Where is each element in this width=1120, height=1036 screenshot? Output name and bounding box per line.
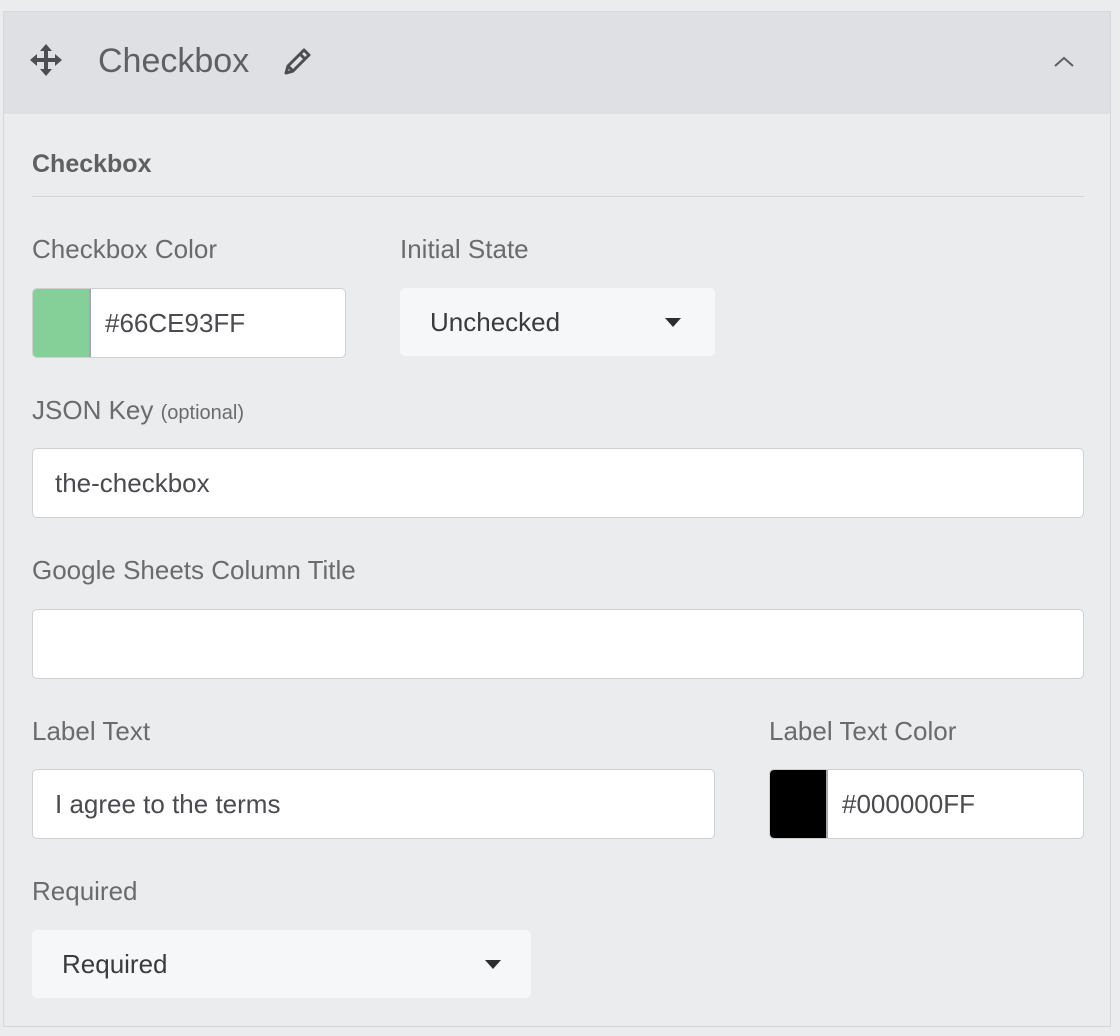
section-title: Checkbox	[32, 150, 152, 178]
panel-header[interactable]: Checkbox	[4, 12, 1110, 114]
pencil-icon[interactable]	[280, 45, 314, 79]
panel-title: Checkbox	[98, 42, 250, 80]
json-key-label-text: JSON Key	[32, 395, 154, 425]
json-key-input[interactable]	[32, 448, 1084, 518]
caret-down-icon	[485, 960, 501, 969]
label-text-color-value[interactable]: #000000FF	[842, 770, 975, 838]
sheets-column-label: Google Sheets Column Title	[32, 555, 356, 585]
json-key-label: JSON Key (optional)	[32, 395, 244, 428]
caret-down-icon	[665, 318, 681, 327]
chevron-up-icon[interactable]	[1052, 50, 1076, 74]
required-value: Required	[62, 948, 168, 979]
initial-state-value: Unchecked	[430, 306, 561, 337]
checkbox-color-field[interactable]: #66CE93FF	[32, 288, 346, 358]
checkbox-color-label: Checkbox Color	[32, 234, 217, 264]
move-icon[interactable]	[30, 44, 62, 76]
json-key-optional-note: (optional)	[160, 402, 244, 424]
initial-state-select[interactable]: Unchecked	[400, 288, 715, 356]
checkbox-color-value[interactable]: #66CE93FF	[105, 289, 245, 357]
label-text-input[interactable]	[32, 769, 715, 839]
sheets-column-input[interactable]	[32, 609, 1084, 679]
label-text-color-label: Label Text Color	[769, 716, 957, 746]
required-label: Required	[32, 876, 138, 906]
label-text-color-swatch[interactable]	[770, 770, 828, 838]
section-divider	[32, 196, 1084, 197]
initial-state-label: Initial State	[400, 234, 529, 264]
checkbox-color-swatch[interactable]	[33, 289, 91, 357]
label-text-label: Label Text	[32, 716, 151, 746]
required-select[interactable]: Required	[32, 930, 531, 998]
label-text-color-field[interactable]: #000000FF	[769, 769, 1084, 839]
checkbox-settings-panel: Checkbox Checkbox Checkbox Color #66CE93…	[3, 11, 1111, 1027]
